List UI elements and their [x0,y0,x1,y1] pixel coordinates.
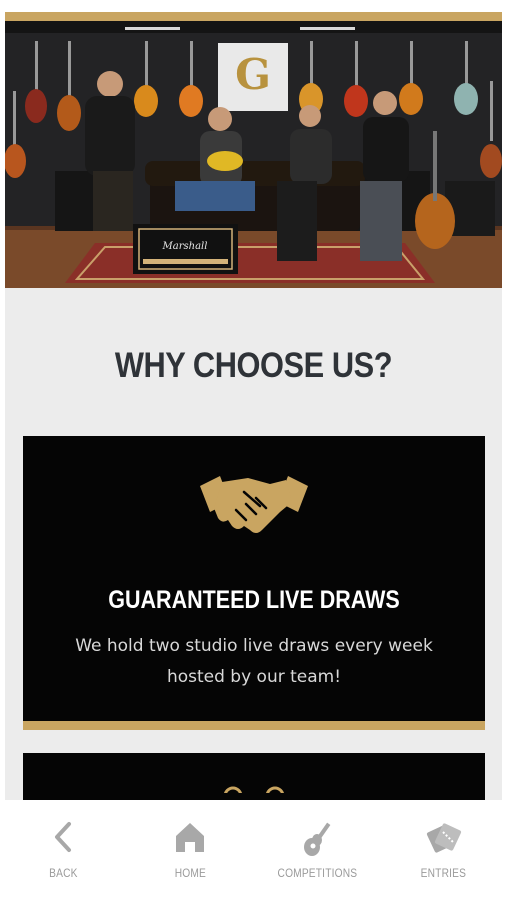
nav-entries[interactable]: ENTRIES [380,800,507,900]
why-choose-us-section: WHY CHOOSE US? GUARANTEED LIVE DRAWS We … [5,288,502,800]
handshake-icon [200,472,308,546]
card-title: GUARANTEED LIVE DRAWS [108,586,400,614]
nav-home[interactable]: HOME [127,800,254,900]
home-icon [173,820,207,858]
nav-competitions-label: COMPETITIONS [277,866,357,880]
hero-image: G Marshall [5,21,502,288]
feature-card: GUARANTEED LIVE DRAWS We hold two studio… [23,436,485,730]
card-accent-bar [23,721,485,730]
guitar-icon [300,820,334,862]
svg-text:G: G [235,50,271,99]
tickets-icon [424,820,464,858]
section-title: WHY CHOOSE US? [114,346,393,385]
nav-back-label: BACK [49,866,78,880]
nav-competitions[interactable]: COMPETITIONS [254,800,381,900]
partial-icon [223,786,285,793]
nav-home-label: HOME [174,866,206,880]
svg-text:Marshall: Marshall [162,241,208,252]
top-accent-bar [5,12,502,21]
bottom-nav: BACK HOME COMPETITIONS ENTRIES [0,800,507,900]
nav-back[interactable]: BACK [0,800,127,900]
feature-card-next [23,753,485,800]
card-description: We hold two studio live draws every week… [75,636,433,687]
chevron-left-icon [48,820,78,858]
nav-entries-label: ENTRIES [420,866,467,880]
